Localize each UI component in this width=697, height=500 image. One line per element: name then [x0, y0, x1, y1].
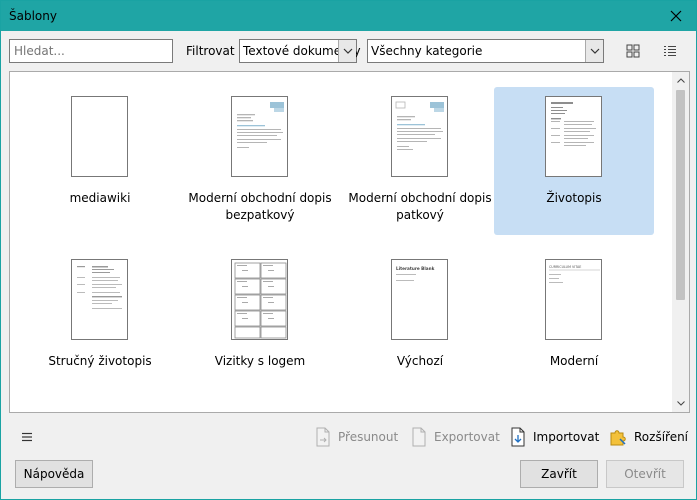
template-name: Výchozí	[396, 354, 444, 368]
thumbnail-heading: CURRICULUM VITAE	[549, 265, 581, 269]
actions-menu-button[interactable]	[17, 427, 37, 447]
extensions-label: Rozšíření	[634, 430, 689, 444]
close-icon	[670, 10, 682, 22]
chevron-down-icon[interactable]	[338, 40, 356, 62]
template-item-mediawiki[interactable]: mediawiki	[20, 87, 180, 235]
template-thumbnail: Literature Blank	[391, 259, 448, 340]
category-value: Všechny kategorie	[371, 44, 483, 58]
export-button[interactable]: Exportovat	[410, 425, 500, 449]
close-label: Zavřít	[541, 467, 577, 481]
template-name: Stručný životopis	[48, 354, 152, 368]
scroll-down-arrow-icon[interactable]	[672, 395, 689, 412]
template-name: Moderní	[549, 354, 599, 368]
templates-dialog: Šablony Filtrovat Textové dokumenty Všec…	[0, 0, 697, 500]
list-view-icon	[664, 46, 676, 56]
filter-label: Filtrovat	[186, 44, 235, 58]
template-name: Životopis	[546, 191, 602, 205]
move-document-icon	[316, 427, 330, 447]
template-name: Moderní obchodní dopis bezpatkový	[188, 191, 332, 222]
template-item-default[interactable]: Literature Blank Výchozí	[340, 250, 500, 398]
move-button[interactable]: Přesunout	[314, 425, 398, 449]
template-item-short-cv[interactable]: Stručný životopis	[20, 250, 180, 398]
template-item-modern-business-letter-serif[interactable]: Moderní obchodní dopis patkový	[340, 87, 500, 235]
template-thumbnail	[231, 96, 288, 177]
close-button[interactable]: Zavřít	[520, 460, 598, 488]
template-thumbnail	[71, 259, 128, 340]
template-thumbnail	[545, 96, 602, 177]
template-item-cv[interactable]: Životopis	[494, 87, 654, 235]
template-thumbnail	[231, 259, 288, 340]
export-document-icon	[412, 427, 426, 447]
vertical-scrollbar[interactable]	[672, 72, 689, 412]
template-name: mediawiki	[69, 191, 131, 205]
chevron-down-icon[interactable]	[585, 40, 603, 62]
move-label: Přesunout	[338, 430, 399, 444]
help-button[interactable]: Nápověda	[15, 460, 93, 488]
extensions-button[interactable]: Rozšíření	[608, 425, 688, 449]
filter-toolbar: Filtrovat Textové dokumenty Všechny kate…	[1, 31, 696, 71]
template-item-modern[interactable]: CURRICULUM VITAE Moderní	[494, 250, 654, 398]
thumbnail-view-button[interactable]	[621, 39, 645, 63]
help-label: Nápověda	[23, 467, 85, 481]
close-window-button[interactable]	[656, 1, 696, 31]
import-document-icon	[511, 427, 525, 447]
open-label: Otevřít	[624, 467, 666, 481]
template-thumbnail	[71, 96, 128, 177]
open-button[interactable]: Otevřít	[606, 460, 684, 488]
import-label: Importovat	[533, 430, 600, 444]
template-item-business-cards-logo[interactable]: Vizitky s logem	[180, 250, 340, 398]
scroll-up-arrow-icon[interactable]	[672, 72, 689, 89]
template-view: mediawiki Moderní obchodní dopis bezpatk…	[9, 71, 690, 413]
title-bar: Šablony	[1, 1, 696, 31]
list-view-button[interactable]	[658, 39, 682, 63]
template-name: Moderní obchodní dopis patkový	[348, 191, 492, 222]
grid-view-icon	[626, 44, 640, 58]
template-item-modern-business-letter-sans[interactable]: Moderní obchodní dopis bezpatkový	[180, 87, 340, 235]
hamburger-menu-icon	[22, 432, 32, 442]
puzzle-extension-icon	[610, 430, 626, 446]
search-input[interactable]	[9, 39, 173, 63]
category-select[interactable]: Všechny kategorie	[367, 39, 604, 63]
template-name: Vizitky s logem	[214, 354, 306, 368]
scrollbar-thumb[interactable]	[676, 90, 685, 300]
document-type-select[interactable]: Textové dokumenty	[239, 39, 361, 63]
import-button[interactable]: Importovat	[509, 425, 599, 449]
template-thumbnail: CURRICULUM VITAE	[545, 259, 602, 340]
template-thumbnail	[391, 96, 448, 177]
dialog-title: Šablony	[9, 9, 57, 23]
export-label: Exportovat	[434, 430, 500, 444]
thumbnail-heading: Literature Blank	[396, 266, 435, 271]
action-bar: Přesunout Exportovat Importovat Rozšířen…	[1, 419, 696, 455]
